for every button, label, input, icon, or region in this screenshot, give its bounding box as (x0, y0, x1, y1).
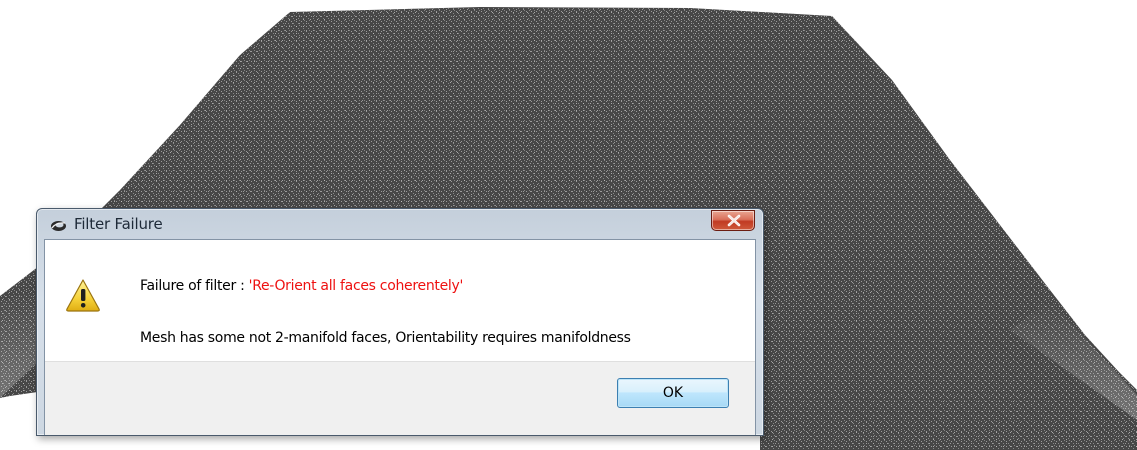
meshlab-logo-icon (50, 217, 67, 231)
warning-icon (65, 278, 101, 312)
failure-detail: Mesh has some not 2-manifold faces, Orie… (140, 330, 631, 346)
close-button[interactable] (711, 210, 755, 231)
dialog-body: Failure of filter : 'Re-Orient all faces… (44, 239, 756, 435)
dialog-title: Filter Failure (74, 215, 163, 233)
failure-prefix: Failure of filter : (140, 278, 249, 294)
filter-failure-dialog: Filter Failure Failure of filter: 'Re-O… (36, 208, 764, 436)
dialog-titlebar[interactable]: Filter Failure (37, 209, 763, 239)
failure-message: Failure of filter : 'Re-Orient all faces… (140, 278, 463, 294)
dialog-button-bar: OK (45, 361, 755, 435)
message-area: Failure of filter : 'Re-Orient all faces… (45, 240, 755, 361)
mesh-viewport[interactable]: Filter Failure Failure of filter: 'Re-O… (0, 0, 1137, 450)
close-icon (727, 214, 741, 227)
ok-button[interactable]: OK (617, 378, 729, 408)
filter-name: 'Re-Orient all faces coherentely' (248, 278, 464, 294)
